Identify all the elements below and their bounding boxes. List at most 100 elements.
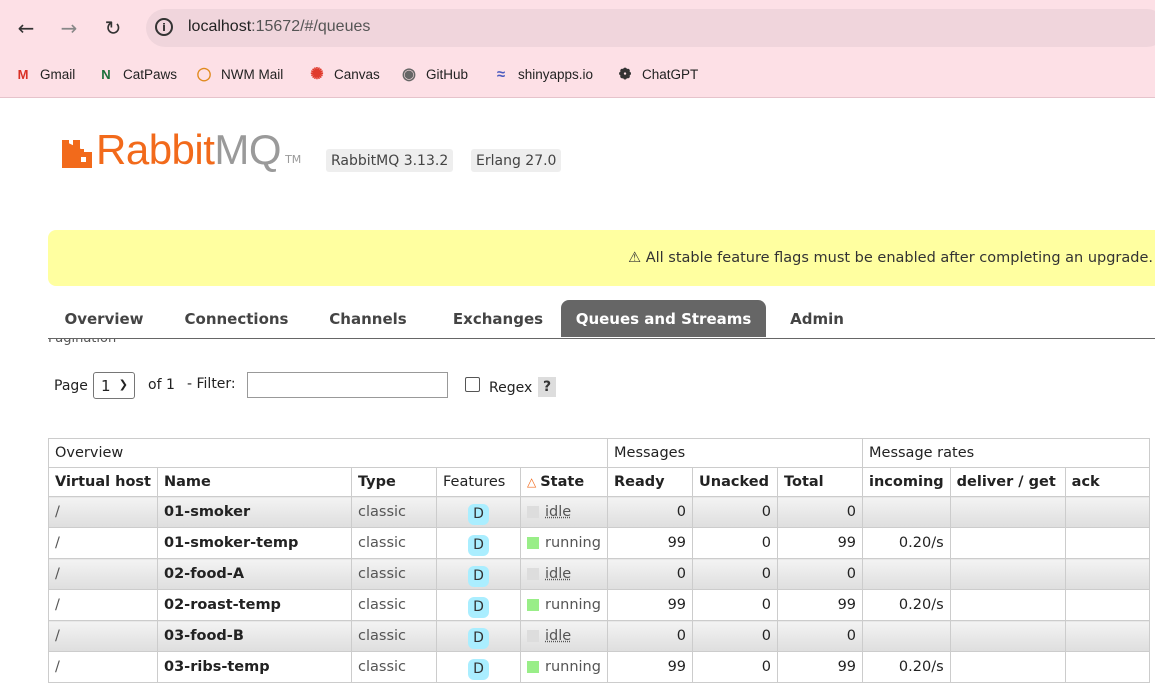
state-indicator-icon xyxy=(527,568,539,580)
state-label: running xyxy=(545,535,601,551)
back-arrow-icon[interactable]: ← xyxy=(12,14,40,42)
cell-virtual-host: / xyxy=(48,496,158,528)
site-info-icon[interactable]: i xyxy=(155,18,173,36)
catpaws-icon: N xyxy=(101,66,111,82)
cell-deliver-get xyxy=(949,589,1066,621)
vhost-value: / xyxy=(55,504,60,520)
shinyapps-icon: ≈ xyxy=(496,65,506,83)
state-indicator-icon xyxy=(527,537,539,549)
table-row: /02-food-A classic Didle 0 0 0 xyxy=(48,558,1150,590)
col-virtual-host[interactable]: Virtual host xyxy=(48,467,158,497)
bookmark-chatgpt[interactable]: ❁ ChatGPT xyxy=(616,63,699,85)
cell-ready: 99 xyxy=(607,589,694,621)
cell-deliver-get xyxy=(949,527,1066,559)
cell-virtual-host: / xyxy=(48,558,158,590)
table-row: /02-roast-temp classic Drunning 99 0 99 0.20/s xyxy=(48,589,1150,621)
tab-overview[interactable]: Overview xyxy=(48,300,160,337)
cell-state: running xyxy=(519,651,609,683)
warning-text: ⚠ All stable feature flags must be enabl… xyxy=(628,250,1153,266)
cell-total: 0 xyxy=(777,558,864,590)
table-row: /03-food-B classic Didle 0 0 0 xyxy=(48,620,1150,652)
cell-ready: 0 xyxy=(607,558,694,590)
gmail-icon: M xyxy=(17,66,29,82)
col-ack[interactable]: ack xyxy=(1064,467,1150,497)
reload-icon[interactable]: ↻ xyxy=(99,14,127,42)
queue-name-link[interactable]: 02-food-A xyxy=(164,566,244,582)
tab-connections[interactable]: Connections xyxy=(172,300,301,337)
vhost-value: / xyxy=(55,597,60,613)
cell-virtual-host: / xyxy=(48,589,158,621)
tab-admin[interactable]: Admin xyxy=(778,300,856,337)
cell-unacked: 0 xyxy=(692,620,779,652)
tab-channels[interactable]: Channels xyxy=(315,300,421,337)
col-incoming[interactable]: incoming xyxy=(862,467,951,497)
col-deliver-get[interactable]: deliver / get xyxy=(949,467,1066,497)
cell-ack xyxy=(1064,527,1150,559)
cell-ready: 99 xyxy=(607,651,694,683)
cell-name: 03-ribs-temp xyxy=(157,651,352,683)
cell-name: 01-smoker-temp xyxy=(157,527,352,559)
durable-badge: D xyxy=(468,658,489,680)
table-row: /01-smoker-temp classic Drunning 99 0 99 0.20/… xyxy=(48,527,1150,559)
url-text[interactable]: localhost:15672/#/queues xyxy=(188,18,370,36)
column-group-row: Overview Messages Message rates xyxy=(47,438,1150,468)
queue-name-link[interactable]: 03-ribs-temp xyxy=(164,659,270,675)
bookmark-github[interactable]: ◉ GitHub xyxy=(400,63,468,85)
bookmark-label: GitHub xyxy=(426,66,469,82)
filter-input[interactable] xyxy=(247,372,448,398)
cell-features: D xyxy=(436,527,521,559)
col-name[interactable]: Name xyxy=(157,467,352,497)
bookmark-catpaws[interactable]: N CatPaws xyxy=(97,63,177,85)
bookmark-gmail[interactable]: M Gmail xyxy=(14,63,76,85)
feature-flags-warning: ⚠ All stable feature flags must be enabl… xyxy=(48,230,1155,286)
cell-incoming xyxy=(862,558,951,590)
col-state[interactable]: △ State xyxy=(519,467,609,497)
queue-name-link[interactable]: 01-smoker xyxy=(164,504,250,520)
rabbitmq-logo[interactable]: RabbitMQ TM xyxy=(60,126,301,173)
url-host: localhost xyxy=(188,18,252,35)
col-type[interactable]: Type xyxy=(351,467,437,497)
forward-arrow-icon[interactable]: → xyxy=(55,14,83,42)
cell-type: classic xyxy=(351,620,437,652)
queue-name-link[interactable]: 03-food-B xyxy=(164,628,244,644)
tab-exchanges[interactable]: Exchanges xyxy=(435,300,561,337)
cell-features: D xyxy=(436,589,521,621)
bookmark-canvas[interactable]: ✺ Canvas xyxy=(308,63,379,85)
cell-features: D xyxy=(436,558,521,590)
tab-queues-and-streams[interactable]: Queues and Streams xyxy=(561,300,766,337)
queue-name-link[interactable]: 02-roast-temp xyxy=(164,597,281,613)
col-ready[interactable]: Ready xyxy=(607,467,694,497)
cell-incoming: 0.20/s xyxy=(862,651,951,683)
cell-ready: 99 xyxy=(607,527,694,559)
durable-badge: D xyxy=(468,596,489,618)
group-message-rates: Message rates xyxy=(862,438,1150,468)
cell-state: idle xyxy=(519,620,609,652)
durable-badge: D xyxy=(468,627,489,649)
bookmark-shinyapps[interactable]: ≈ shinyapps.io xyxy=(492,63,593,85)
regex-help-button[interactable]: ? xyxy=(538,377,556,397)
cell-deliver-get xyxy=(949,651,1066,683)
queue-name-link[interactable]: 01-smoker-temp xyxy=(164,535,298,551)
main-tabs: Overview Connections Channels Exchanges … xyxy=(48,300,1155,339)
bookmark-label: Gmail xyxy=(40,66,76,82)
page-select[interactable]: 1 ❯ xyxy=(93,372,135,399)
cell-total: 99 xyxy=(777,589,864,621)
col-unacked[interactable]: Unacked xyxy=(692,467,779,497)
durable-badge: D xyxy=(468,534,489,556)
bookmark-label: NWM Mail xyxy=(221,66,284,82)
bookmark-nwm-mail[interactable]: ◯ NWM Mail xyxy=(195,63,284,85)
url-path: :15672/#/queues xyxy=(251,18,371,35)
durable-badge: D xyxy=(468,503,489,525)
logo-mq-text: MQ xyxy=(214,126,282,173)
state-label: idle xyxy=(545,566,572,582)
col-total[interactable]: Total xyxy=(777,467,864,497)
regex-checkbox[interactable] xyxy=(465,377,480,392)
state-label: idle xyxy=(545,504,572,520)
vhost-value: / xyxy=(55,659,60,675)
cell-state: idle xyxy=(519,558,609,590)
address-bar[interactable]: i localhost:15672/#/queues xyxy=(146,9,1155,47)
col-features[interactable]: Features xyxy=(436,467,521,497)
cell-state: running xyxy=(519,527,609,559)
cell-ack xyxy=(1064,558,1150,590)
cell-state: running xyxy=(519,589,609,621)
